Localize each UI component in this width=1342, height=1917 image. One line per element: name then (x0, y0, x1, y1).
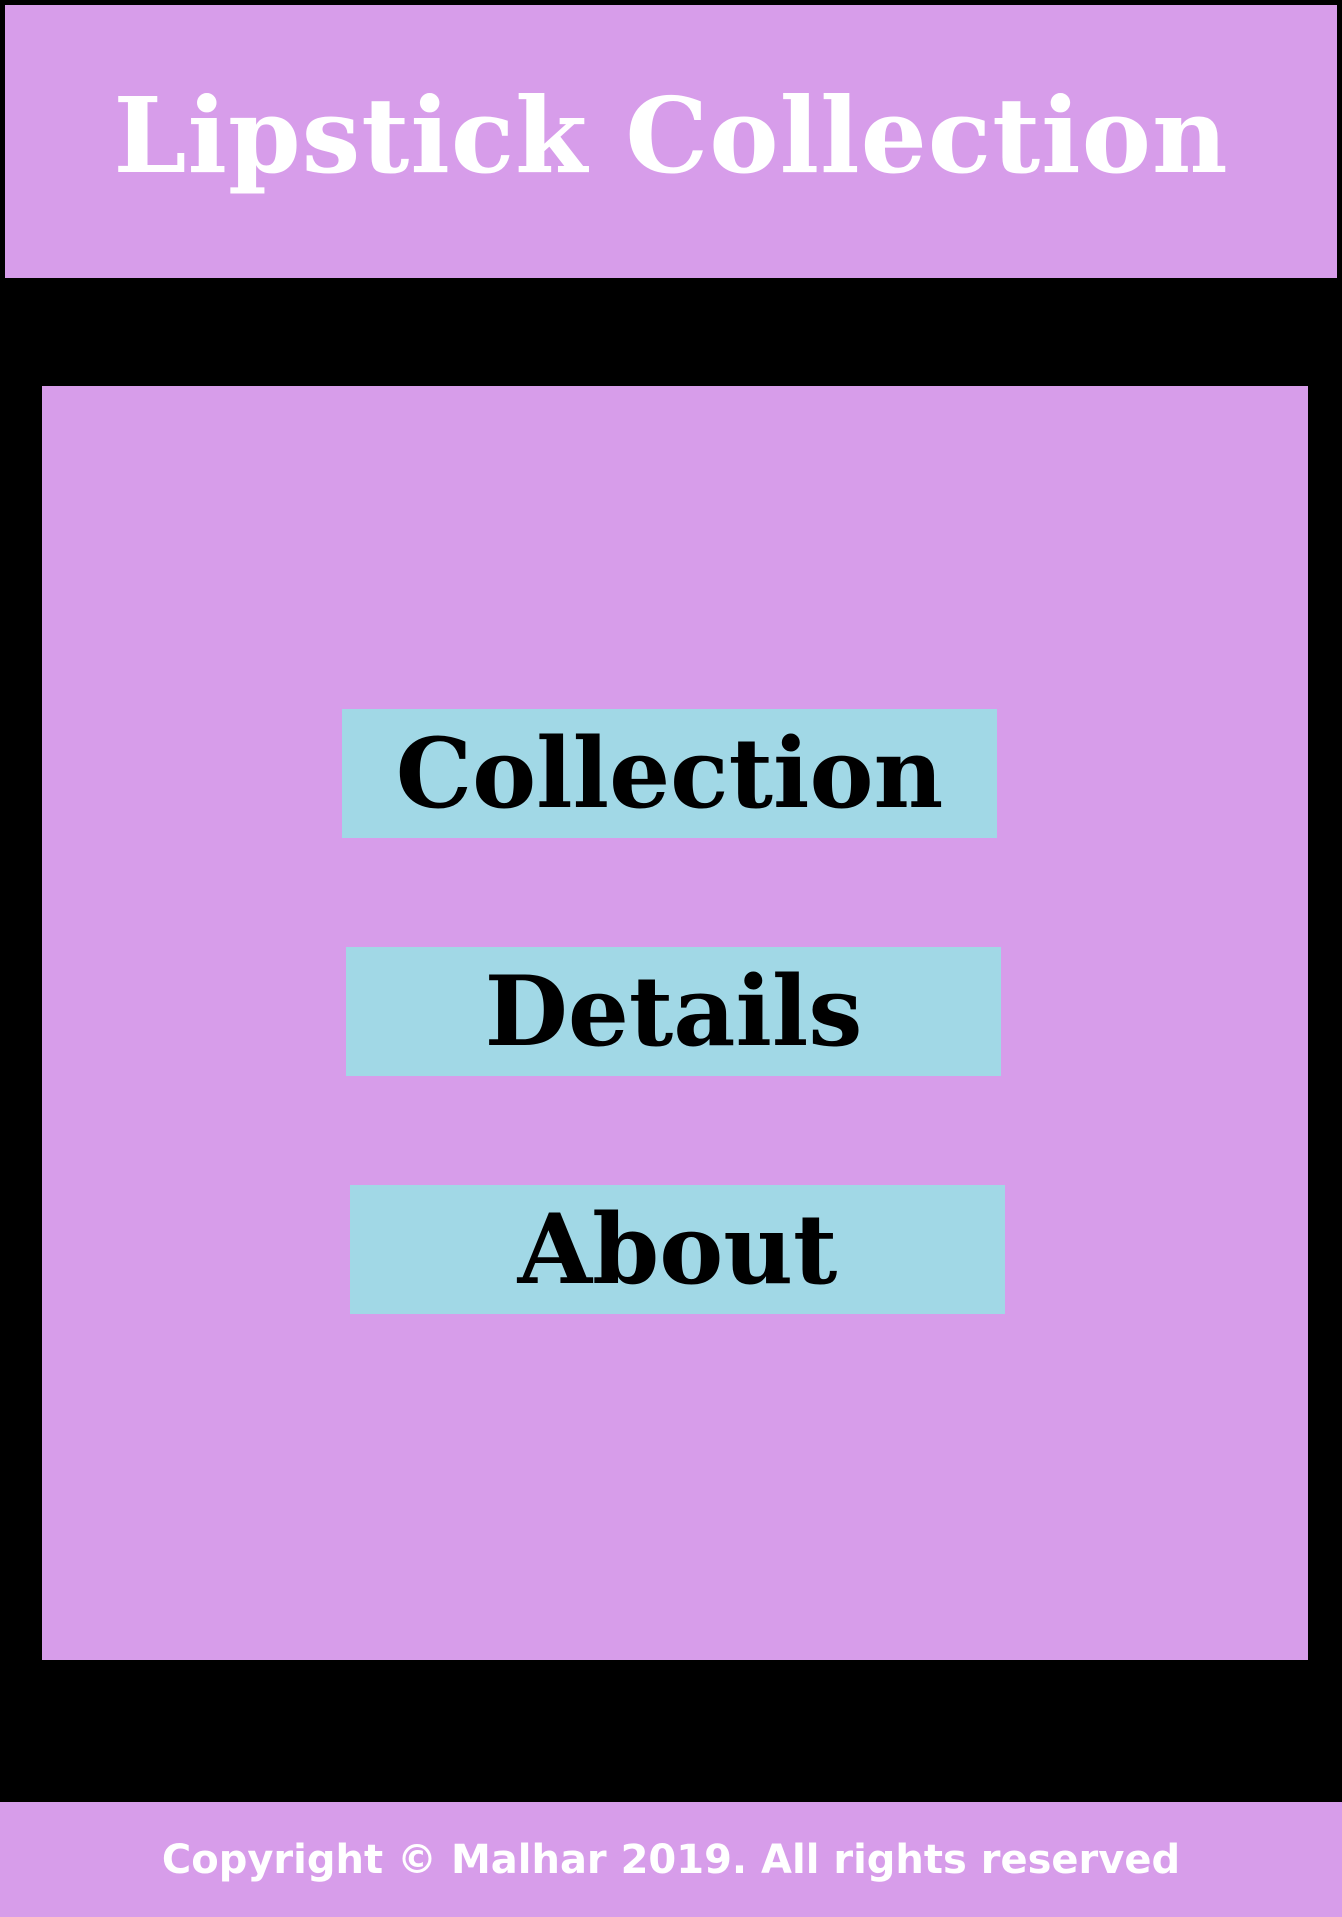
details-button-label: Details (484, 954, 863, 1068)
copyright-text: Copyright © Malhar 2019. All rights rese… (161, 1836, 1181, 1883)
app-frame: Lipstick Collection Collection Details A… (0, 0, 1342, 1917)
header-bar: Lipstick Collection (5, 5, 1337, 278)
about-button-label: About (517, 1192, 838, 1306)
details-button[interactable]: Details (346, 947, 1001, 1076)
page-title: Lipstick Collection (113, 74, 1229, 197)
footer-bar: Copyright © Malhar 2019. All rights rese… (0, 1802, 1342, 1917)
collection-button[interactable]: Collection (342, 709, 997, 838)
about-button[interactable]: About (350, 1185, 1005, 1314)
main-menu-panel: Collection Details About (42, 386, 1308, 1660)
collection-button-label: Collection (395, 716, 944, 830)
